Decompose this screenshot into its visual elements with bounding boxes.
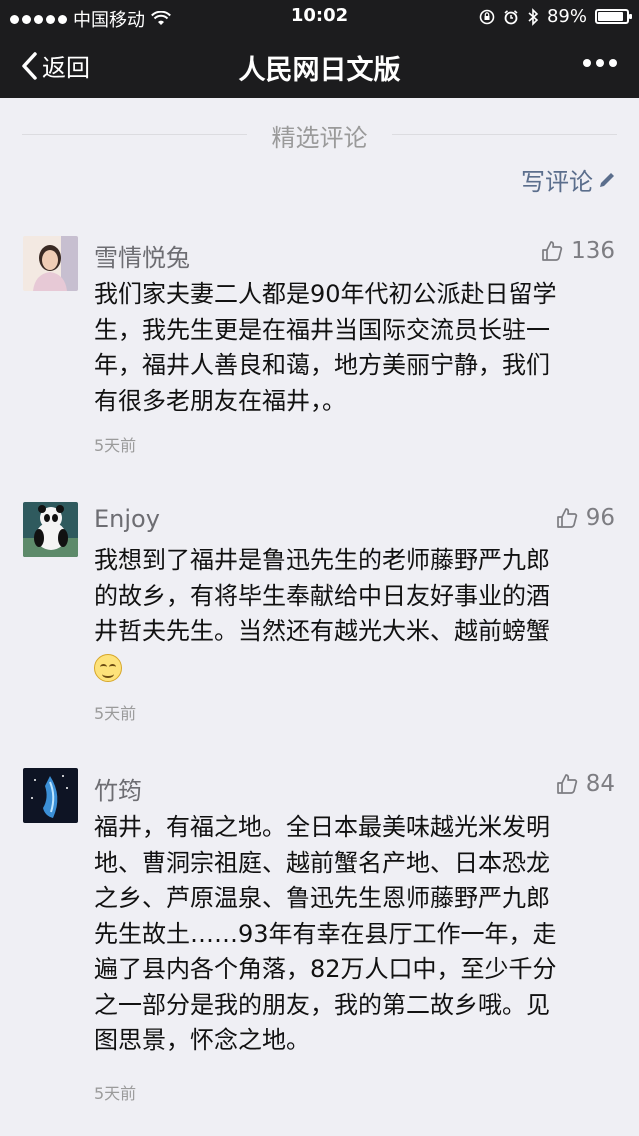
chevron-left-icon	[22, 51, 37, 80]
comment-line: 井哲夫先生。当然还有越光大米、越前螃蟹	[94, 617, 550, 645]
username[interactable]: 雪情悦兔	[94, 238, 190, 273]
back-button[interactable]: 返回	[20, 48, 90, 83]
like-count: 84	[585, 771, 615, 797]
comment-time: 5天前	[94, 1084, 137, 1103]
emoji-line	[94, 650, 614, 686]
comment-line: 年，福井人善良和蔼，地方美丽宁静，我们	[94, 351, 550, 379]
divider-right	[392, 134, 617, 135]
like-count: 136	[571, 238, 615, 264]
comment-line: 有很多老朋友在福井，。	[94, 386, 346, 415]
username[interactable]: 竹筠	[94, 771, 142, 806]
featured-comments-header: 精选评论	[22, 118, 617, 152]
comment-line: 先生故土……93年有幸在县厅工作一年，走	[94, 919, 557, 948]
battery-icon	[595, 9, 632, 24]
section-title: 精选评论	[271, 124, 368, 152]
comment-line: 遍了县内各个角落，82万人口中，至少千分	[94, 955, 557, 983]
thumbs-up-icon	[556, 508, 577, 528]
user-avatar-image	[23, 768, 78, 823]
status-icons: 89%	[479, 6, 632, 27]
comment-time: 5天前	[94, 704, 137, 723]
smile-emoji	[94, 653, 122, 682]
comment-text: 我想到了福井是鲁迅先生的老师藤野严九郎 的故乡，有将毕生奉献给中日友好事业的酒 …	[94, 543, 614, 686]
comment-line: 之一部分是我的朋友，我的第二故乡哦。见	[94, 990, 550, 1019]
comment-line: 的故乡，有将毕生奉献给中日友好事业的酒	[94, 581, 550, 610]
write-comment-button[interactable]: 写评论	[521, 162, 617, 197]
user-avatar-image	[23, 236, 78, 291]
comment-time: 5天前	[94, 436, 137, 455]
alarm-icon	[504, 9, 518, 24]
user-avatar-image	[23, 502, 78, 557]
back-label: 返回	[42, 54, 90, 82]
avatar[interactable]	[23, 236, 78, 291]
comment-line: 图思景，怀念之地。	[94, 1026, 310, 1054]
write-comment-label: 写评论	[521, 168, 593, 196]
like-button[interactable]: 84	[556, 771, 615, 797]
comment-text: 我们家夫妻二人都是90年代初公派赴日留学 生，我先生更是在福井当国际交流员长驻一…	[94, 277, 614, 419]
thumbs-up-icon	[542, 241, 563, 261]
rotation-lock-icon	[479, 9, 495, 24]
bluetooth-icon	[528, 7, 539, 26]
navigation-bar: 返回 人民网日文版	[0, 32, 639, 98]
status-bar: 中国移动 10:02 89%	[0, 0, 639, 32]
comment-line: 之乡、芦原温泉、鲁迅先生恩师藤野严九郎	[94, 884, 550, 912]
like-count: 96	[585, 505, 615, 531]
page-title: 人民网日文版	[238, 55, 401, 86]
comment-line: 地、曹洞宗祖庭、越前蟹名产地、日本恐龙	[94, 848, 550, 877]
username[interactable]: Enjoy	[94, 505, 160, 533]
avatar[interactable]	[23, 768, 78, 823]
avatar[interactable]	[23, 502, 78, 557]
comment-line: 福井，有福之地。全日本最美味越光米发明	[94, 813, 550, 841]
like-button[interactable]: 96	[556, 505, 615, 531]
pencil-icon	[600, 172, 614, 187]
comment-text: 福井，有福之地。全日本最美味越光米发明 地、曹洞宗祖庭、越前蟹名产地、日本恐龙 …	[94, 810, 614, 1059]
comment-line: 我想到了福井是鲁迅先生的老师藤野严九郎	[94, 546, 550, 574]
thumbs-up-icon	[556, 774, 577, 794]
comment-line: 生，我先生更是在福井当国际交流员长驻一	[94, 315, 550, 344]
battery-percent: 89%	[546, 6, 587, 27]
like-button[interactable]: 136	[541, 238, 615, 264]
comment-line: 我们家夫妻二人都是90年代初公派赴日留学	[94, 280, 557, 308]
more-options-button[interactable]	[583, 59, 617, 67]
